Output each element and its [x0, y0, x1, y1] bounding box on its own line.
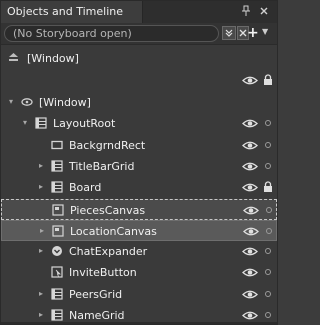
- tree-item-layoutroot[interactable]: ▾ LayoutRoot: [1, 113, 277, 134]
- panel-title: Objects and Timeline: [7, 5, 124, 18]
- panel-title-tab[interactable]: Objects and Timeline: [1, 1, 143, 23]
- pin-icon[interactable]: [241, 5, 251, 17]
- lock-toggle-dot-icon[interactable]: [265, 312, 271, 318]
- panel-titlebar: Objects and Timeline: [1, 1, 277, 23]
- tree-item-label: [Window]: [39, 96, 91, 109]
- tree-item-board[interactable]: ▸ Board: [1, 177, 277, 198]
- window-icon: [21, 96, 33, 108]
- tree-item-label: Board: [69, 181, 102, 194]
- visibility-eye-icon[interactable]: [243, 205, 259, 216]
- expand-arrow-icon[interactable]: ▸: [39, 161, 47, 171]
- visibility-eye-icon[interactable]: [242, 289, 258, 300]
- visibility-eye-icon[interactable]: [242, 182, 258, 193]
- visibility-eye-icon[interactable]: [242, 161, 258, 172]
- tree-item-chatexpander[interactable]: ▸ ChatExpander: [1, 241, 277, 262]
- grid-icon: [35, 117, 47, 129]
- lock-toggle-dot-icon[interactable]: [265, 163, 271, 169]
- canvas-icon: [52, 225, 64, 237]
- tree-item-label: ChatExpander: [69, 245, 148, 258]
- panel-bottom-edge: [1, 322, 277, 324]
- storyboard-selector[interactable]: (No Storyboard open): [4, 25, 219, 42]
- expand-arrow-icon[interactable]: ▸: [39, 246, 47, 256]
- lock-toggle-dot-icon[interactable]: [265, 120, 271, 126]
- add-storyboard-button[interactable]: +: [247, 25, 259, 41]
- button-icon: [51, 266, 63, 278]
- lock-toggle-dot-icon[interactable]: [266, 207, 272, 213]
- collapse-arrow-icon[interactable]: ▾: [9, 97, 17, 107]
- show-all-eye-icon[interactable]: [242, 75, 258, 86]
- scope-label: [Window]: [27, 52, 79, 65]
- tree-item-label: LocationCanvas: [70, 225, 157, 238]
- tree-item-invitebutton[interactable]: InviteButton: [1, 262, 277, 283]
- tree-item-label: LayoutRoot: [53, 117, 116, 130]
- triangle-down-icon[interactable]: ▼: [262, 27, 268, 36]
- objects-and-timeline-panel: Objects and Timeline (No Storyboard open…: [0, 0, 278, 325]
- tree-item-label: PiecesCanvas: [70, 204, 146, 217]
- tree-item-backgrndrect[interactable]: BackgrndRect: [1, 135, 277, 156]
- grid-icon: [51, 181, 63, 193]
- visibility-eye-icon[interactable]: [242, 246, 258, 257]
- scope-row[interactable]: [Window]: [1, 46, 277, 70]
- tree-item-titlebargrid[interactable]: ▸ TitleBarGrid: [1, 156, 277, 177]
- visibility-eye-icon[interactable]: [242, 267, 258, 278]
- rectangle-icon: [51, 139, 63, 151]
- lock-toggle-dot-icon[interactable]: [265, 142, 271, 148]
- storyboard-bar: (No Storyboard open) + ▼: [1, 23, 277, 45]
- visibility-eye-icon[interactable]: [242, 140, 258, 151]
- expand-arrow-icon[interactable]: ▸: [39, 310, 47, 320]
- canvas-icon: [52, 204, 64, 216]
- column-headers: [1, 74, 277, 88]
- tree-item-label: PeersGrid: [69, 288, 123, 301]
- visibility-eye-icon[interactable]: [242, 118, 258, 129]
- collapse-arrow-icon[interactable]: ▾: [23, 118, 31, 128]
- scope-up-icon[interactable]: [8, 52, 19, 62]
- tree-item-label: NameGrid: [69, 309, 125, 322]
- expander-icon: [51, 245, 63, 257]
- lock-all-icon[interactable]: [263, 74, 273, 86]
- tree-item-locationcanvas[interactable]: ▸ LocationCanvas: [1, 220, 277, 241]
- tree-item-piecescanvas[interactable]: PiecesCanvas: [1, 199, 277, 220]
- tree-item-peersgrid[interactable]: ▸ PeersGrid: [1, 284, 277, 305]
- lock-toggle-dot-icon[interactable]: [265, 291, 271, 297]
- tree-item-label: TitleBarGrid: [69, 160, 135, 173]
- storyboard-current: (No Storyboard open): [13, 27, 132, 40]
- lock-toggle-dot-icon[interactable]: [265, 269, 271, 275]
- tree-item-window[interactable]: ▾ [Window]: [1, 92, 277, 113]
- lock-toggle-dot-icon[interactable]: [266, 228, 272, 234]
- visibility-eye-icon[interactable]: [242, 310, 258, 321]
- grid-icon: [51, 309, 63, 321]
- grid-icon: [51, 160, 63, 172]
- lock-toggle-dot-icon[interactable]: [265, 248, 271, 254]
- close-icon[interactable]: [259, 5, 269, 17]
- tree-item-label: BackgrndRect: [69, 139, 146, 152]
- tree-item-label: InviteButton: [69, 266, 137, 279]
- lock-icon[interactable]: [263, 181, 273, 193]
- expand-arrow-icon[interactable]: ▸: [39, 182, 47, 192]
- grid-icon: [51, 288, 63, 300]
- expand-arrow-icon[interactable]: ▸: [39, 289, 47, 299]
- expand-arrow-icon[interactable]: ▸: [40, 226, 48, 236]
- visibility-eye-icon[interactable]: [243, 226, 259, 237]
- chevron-double-down-icon[interactable]: [222, 26, 236, 40]
